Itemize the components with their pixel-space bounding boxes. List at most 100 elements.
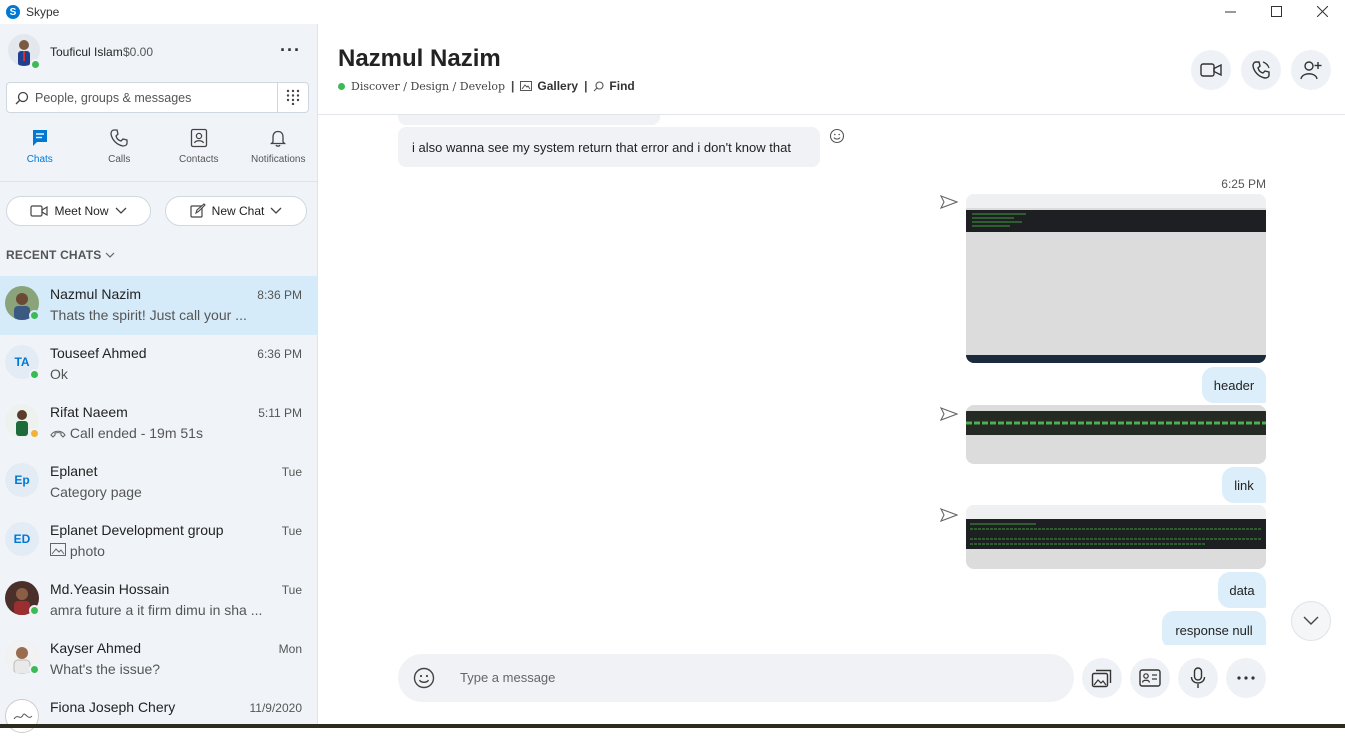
recent-chats-label: RECENT CHATS [6,248,102,262]
chat-item[interactable]: Rifat Naeem 5:11 PM Call ended - 19m 51s [0,394,318,453]
image-icon [50,543,66,556]
search-box[interactable]: People, groups & messages [6,82,309,113]
chat-preview: photo [50,543,105,559]
scroll-to-bottom-button[interactable] [1291,601,1331,641]
meet-now-button[interactable]: Meet Now [6,196,151,226]
audio-call-button[interactable] [1241,50,1281,90]
close-button[interactable] [1299,0,1345,22]
message-text: response null [1175,622,1253,638]
tab-contacts[interactable]: Contacts [159,128,239,182]
message-text: i also wanna see my system return that e… [412,139,791,155]
image-attachment[interactable] [966,505,1266,569]
terminal-lines-icon [970,523,1262,545]
chat-preview-text: Call ended - 19m 51s [69,425,203,441]
separator: | [511,79,515,93]
presence-indicator [29,605,40,616]
header-actions [1191,50,1331,90]
voice-message-button[interactable] [1178,658,1218,698]
sent-status-icon [940,195,958,209]
chat-time: 6:36 PM [257,347,302,361]
chat-item[interactable]: ED Eplanet Development group Tue photo [0,512,318,571]
chat-item[interactable]: Ep Eplanet Tue Category page [0,453,318,512]
find-link[interactable]: Find [593,79,635,93]
chat-preview: What's the issue? [50,661,161,677]
window-title: Skype [26,5,60,19]
message-timestamp: 6:25 PM [1221,177,1266,191]
chat-item[interactable]: Fiona Joseph Chery 11/9/2020 [0,689,318,748]
video-camera-icon [30,205,49,217]
minimize-icon [1224,11,1236,12]
composer-actions [1082,658,1266,698]
chat-time: Tue [281,583,302,597]
gallery-icon [520,81,533,91]
message-text: data [1229,582,1255,598]
message-bubble-incoming[interactable] [398,115,660,125]
search-input[interactable]: People, groups & messages [35,91,191,105]
tab-label-notifications: Notifications [251,154,306,165]
screenshot-browser-bar [966,505,1266,519]
add-reaction-icon[interactable] [829,128,845,144]
message-composer[interactable]: Type a message [398,654,1074,702]
chat-preview-text: photo [69,543,105,559]
chat-name: Nazmul Nazim [50,286,142,302]
gallery-link[interactable]: Gallery [520,79,578,93]
microphone-icon [1190,667,1206,688]
chat-name: Eplanet [50,463,98,479]
gallery-label: Gallery [537,79,579,93]
message-bubble-outgoing[interactable]: data [1218,572,1266,608]
more-options-icon[interactable]: ··· [280,40,301,61]
chat-item[interactable]: Nazmul Nazim 8:36 PM Thats the spirit! J… [0,276,318,335]
message-input[interactable]: Type a message [460,670,555,685]
message-bubble-outgoing[interactable]: response null [1162,611,1266,645]
call-ended-icon [50,430,66,438]
presence-online-indicator [338,82,345,90]
tab-calls[interactable]: Calls [80,128,160,182]
more-options-button[interactable] [1226,658,1266,698]
tab-label-calls: Calls [108,154,131,165]
contacts-icon [190,128,207,148]
contact-card-icon [1139,669,1161,687]
chat-item[interactable]: Kayser Ahmed Mon What's the issue? [0,630,318,689]
desktop-edge [0,724,1345,728]
profile-name[interactable]: Touficul Islam [50,45,123,59]
chat-time: 11/9/2020 [249,701,303,715]
minimize-button[interactable] [1207,0,1253,22]
maximize-button[interactable] [1253,0,1299,22]
skype-credit[interactable]: $0.00 [123,45,153,59]
screenshot-terminal [966,210,1266,232]
add-people-button[interactable] [1291,50,1331,90]
tab-chats[interactable]: Chats [0,128,80,182]
send-contact-button[interactable] [1130,658,1170,698]
nav-divider [0,181,318,182]
chat-name: Fiona Joseph Chery [50,699,176,715]
search-icon [594,80,604,91]
chat-preview: Ok [50,366,68,382]
screenshot-terminal [966,519,1266,549]
image-attachment[interactable] [966,194,1266,363]
chevron-down-icon [1303,616,1319,625]
compose-icon [190,203,206,218]
presence-indicator [29,369,40,380]
sidebar: Touficul Islam $0.00 ··· People, groups … [0,24,319,733]
tab-notifications[interactable]: Notifications [239,128,319,182]
recent-chats-header[interactable]: RECENT CHATS [6,248,115,262]
search-divider [277,83,278,112]
sent-status-icon [940,508,958,522]
conversation-title[interactable]: Nazmul Nazim [338,45,501,73]
dialpad-icon[interactable] [285,89,301,105]
chat-item[interactable]: TA Touseef Ahmed 6:36 PM Ok [0,335,318,394]
message-bubble-incoming[interactable]: i also wanna see my system return that e… [398,127,820,167]
chat-time: Tue [281,524,302,538]
chevron-down-icon [115,207,126,214]
message-bubble-outgoing[interactable]: header [1202,367,1266,403]
terminal-lines-icon [972,213,1026,227]
message-bubble-outgoing[interactable]: link [1222,467,1266,503]
media-gallery-icon [1091,669,1112,688]
presence-indicator [29,664,40,675]
chat-item[interactable]: Md.Yeasin Hossain Tue amra future a it f… [0,571,318,630]
new-chat-button[interactable]: New Chat [165,196,307,226]
video-call-button[interactable] [1191,50,1231,90]
emoji-icon[interactable] [413,667,435,689]
image-attachment[interactable] [966,405,1266,464]
add-files-button[interactable] [1082,658,1122,698]
